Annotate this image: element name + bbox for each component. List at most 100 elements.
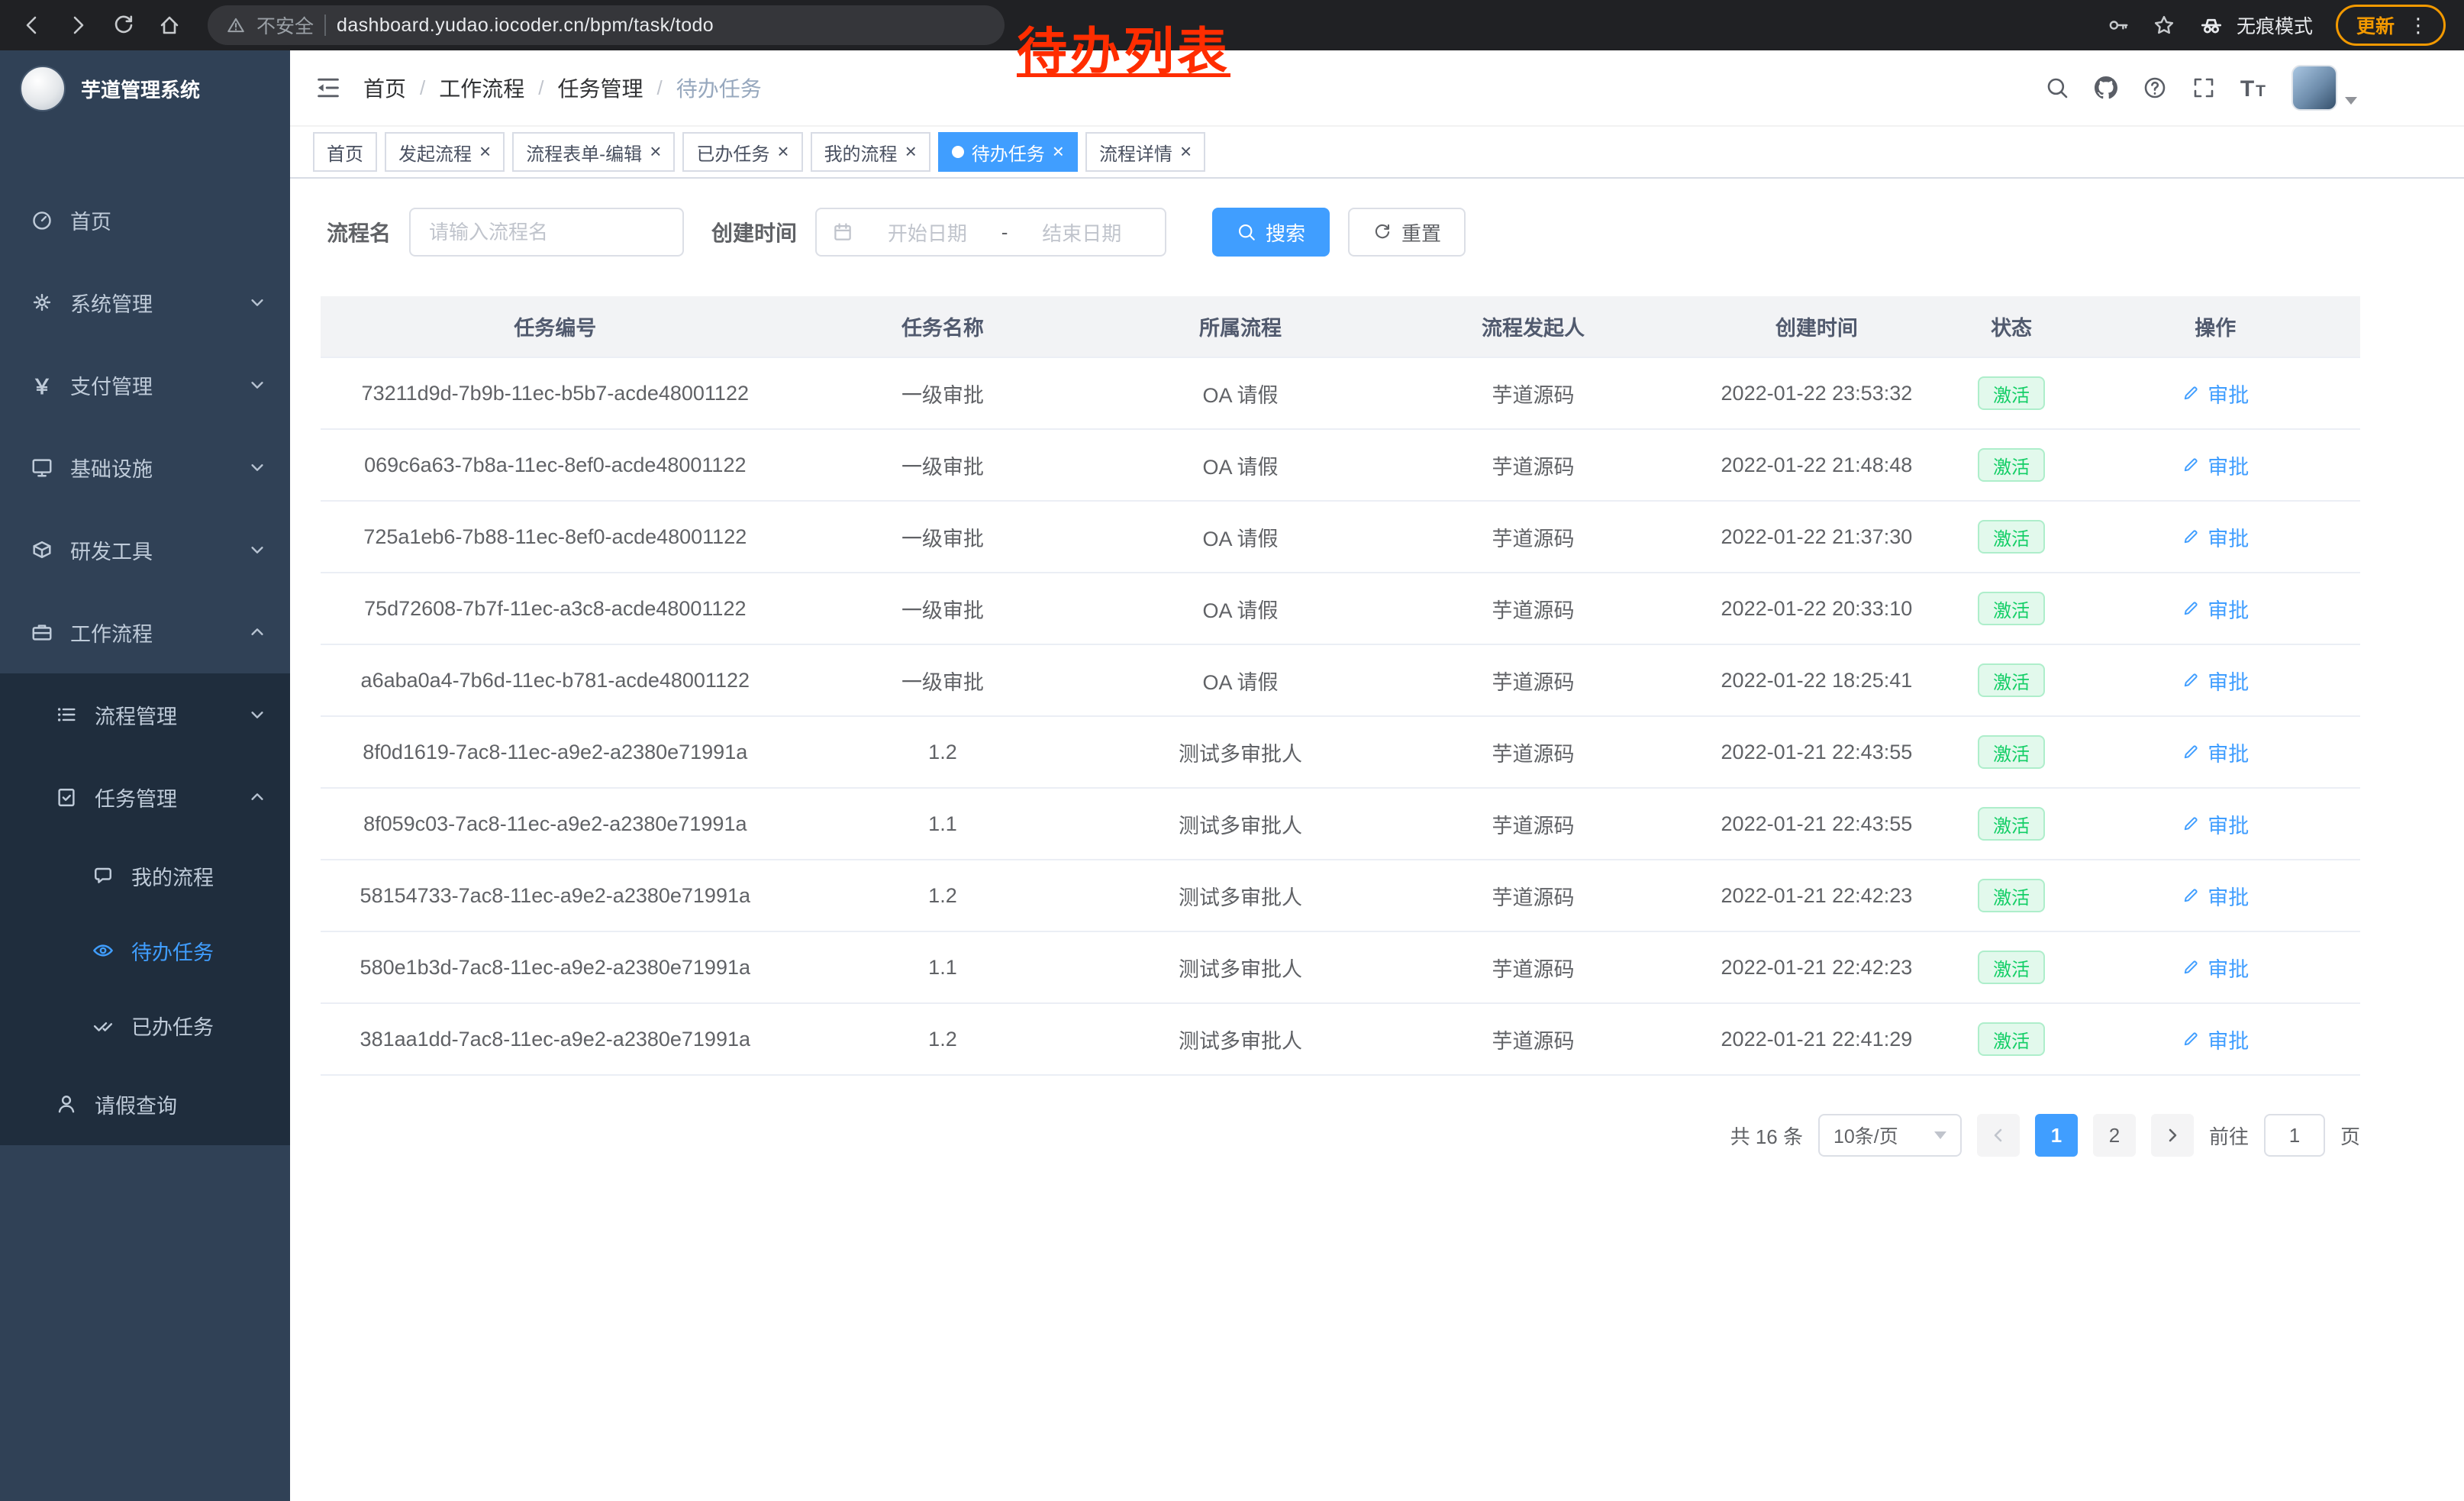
- tab-start-process[interactable]: 发起流程: [385, 132, 505, 172]
- cell-created: 2022-01-21 22:41:29: [1681, 1003, 1952, 1075]
- sidebar-item-label: 任务管理: [95, 783, 177, 812]
- table-row[interactable]: a6aba0a4-7b6d-11ec-b781-acde48001122 一级审…: [321, 644, 2360, 716]
- tab-label: 我的流程: [824, 139, 898, 166]
- range-separator: -: [1001, 221, 1008, 244]
- forward-icon[interactable]: [58, 5, 98, 45]
- cell-status: 激活: [1953, 573, 2071, 644]
- menu-fold-icon[interactable]: [314, 74, 342, 102]
- user-menu[interactable]: [2291, 65, 2357, 111]
- breadcrumb-task-mgmt[interactable]: 任务管理: [558, 73, 643, 103]
- approve-link[interactable]: 审批: [2182, 953, 2249, 983]
- date-range-picker[interactable]: 开始日期 - 结束日期: [815, 208, 1166, 257]
- tab-form-edit[interactable]: 流程表单-编辑: [512, 132, 675, 172]
- font-size-icon[interactable]: [2240, 74, 2267, 102]
- table-row[interactable]: 725a1eb6-7b88-11ec-8ef0-acde48001122 一级审…: [321, 501, 2360, 573]
- search-icon[interactable]: [2045, 76, 2069, 100]
- table-row[interactable]: 069c6a63-7b8a-11ec-8ef0-acde48001122 一级审…: [321, 429, 2360, 501]
- sidebar-item-system[interactable]: 系统管理: [0, 261, 290, 344]
- close-icon[interactable]: [777, 141, 789, 163]
- cell-process: 测试多审批人: [1095, 860, 1385, 931]
- page-button-1[interactable]: 1: [2035, 1114, 2078, 1157]
- cell-initiator: 芋道源码: [1385, 788, 1681, 860]
- search-button[interactable]: 搜索: [1212, 208, 1330, 257]
- approve-link[interactable]: 审批: [2182, 379, 2249, 408]
- header-actions: 操作: [2071, 296, 2360, 357]
- reload-icon[interactable]: [104, 5, 144, 45]
- caret-down-icon: [2345, 97, 2357, 105]
- edit-icon: [2182, 958, 2200, 976]
- tab-process-detail[interactable]: 流程详情: [1085, 132, 1205, 172]
- sidebar-item-leave-query[interactable]: 请假查询: [0, 1063, 290, 1145]
- close-icon[interactable]: [479, 141, 491, 163]
- sidebar-item-devtools[interactable]: 研发工具: [0, 508, 290, 591]
- close-icon[interactable]: [905, 141, 917, 163]
- status-badge: 激活: [1978, 592, 2045, 625]
- approve-link[interactable]: 审批: [2182, 666, 2249, 696]
- browser-menu-icon[interactable]: [2408, 14, 2428, 37]
- fullscreen-icon[interactable]: [2191, 76, 2216, 100]
- sidebar-item-label: 已办任务: [131, 1011, 214, 1041]
- goto-page-input[interactable]: [2264, 1114, 2325, 1157]
- close-icon[interactable]: [1180, 141, 1192, 163]
- cell-status: 激活: [1953, 931, 2071, 1003]
- approve-link[interactable]: 审批: [2182, 881, 2249, 911]
- process-name-input[interactable]: [409, 208, 684, 257]
- approve-link[interactable]: 审批: [2182, 809, 2249, 839]
- table-row[interactable]: 73211d9d-7b9b-11ec-b5b7-acde48001122 一级审…: [321, 357, 2360, 429]
- sidebar-item-task-mgmt[interactable]: 任务管理: [0, 756, 290, 838]
- back-icon[interactable]: [12, 5, 52, 45]
- page-button-2[interactable]: 2: [2093, 1114, 2136, 1157]
- table-row[interactable]: 8f059c03-7ac8-11ec-a9e2-a2380e71991a 1.1…: [321, 788, 2360, 860]
- sidebar-item-workflow[interactable]: 工作流程: [0, 591, 290, 673]
- close-icon[interactable]: [1053, 141, 1064, 163]
- edit-icon: [2182, 384, 2200, 402]
- help-icon[interactable]: [2143, 76, 2167, 100]
- key-icon[interactable]: [2107, 14, 2130, 37]
- table-row[interactable]: 381aa1dd-7ac8-11ec-a9e2-a2380e71991a 1.2…: [321, 1003, 2360, 1075]
- dashboard-icon: [31, 208, 53, 231]
- table-row[interactable]: 8f0d1619-7ac8-11ec-a9e2-a2380e71991a 1.2…: [321, 716, 2360, 788]
- table-row[interactable]: 580e1b3d-7ac8-11ec-a9e2-a2380e71991a 1.1…: [321, 931, 2360, 1003]
- breadcrumb-home[interactable]: 首页: [363, 73, 406, 103]
- approve-label: 审批: [2208, 738, 2249, 767]
- sidebar-item-my-process[interactable]: 我的流程: [0, 838, 290, 913]
- cell-created: 2022-01-21 22:42:23: [1681, 931, 1952, 1003]
- table-row[interactable]: 58154733-7ac8-11ec-a9e2-a2380e71991a 1.2…: [321, 860, 2360, 931]
- bookmark-star-icon[interactable]: [2153, 14, 2175, 37]
- approve-link[interactable]: 审批: [2182, 594, 2249, 624]
- page-size-select[interactable]: 10条/页: [1818, 1114, 1962, 1157]
- cell-task-name: 一级审批: [790, 501, 1096, 573]
- cell-process: 测试多审批人: [1095, 931, 1385, 1003]
- approve-link[interactable]: 审批: [2182, 522, 2249, 552]
- sidebar-item-todo-tasks[interactable]: 待办任务: [0, 913, 290, 988]
- cell-created: 2022-01-21 22:43:55: [1681, 716, 1952, 788]
- avatar[interactable]: [2291, 65, 2337, 111]
- update-chip[interactable]: 更新: [2336, 5, 2446, 46]
- tab-home[interactable]: 首页: [313, 132, 377, 172]
- top-navbar: 首页 / 工作流程 / 任务管理 / 待办任务: [290, 50, 2464, 127]
- tab-todo-tasks[interactable]: 待办任务: [938, 132, 1078, 172]
- approve-link[interactable]: 审批: [2182, 738, 2249, 767]
- breadcrumb-workflow[interactable]: 工作流程: [439, 73, 524, 103]
- close-icon[interactable]: [650, 141, 661, 163]
- reset-button[interactable]: 重置: [1348, 208, 1466, 257]
- next-page-button[interactable]: [2151, 1114, 2194, 1157]
- address-bar[interactable]: 不安全 dashboard.yudao.iocoder.cn/bpm/task/…: [208, 5, 1005, 45]
- sidebar-item-payment[interactable]: 支付管理: [0, 344, 290, 426]
- sidebar-item-infrastructure[interactable]: 基础设施: [0, 426, 290, 508]
- sidebar-item-home[interactable]: 首页: [0, 179, 290, 261]
- cell-process: OA 请假: [1095, 644, 1385, 716]
- cube-icon: [31, 538, 53, 561]
- github-icon[interactable]: [2094, 76, 2118, 100]
- sidebar-item-done-tasks[interactable]: 已办任务: [0, 988, 290, 1063]
- sidebar-item-process-mgmt[interactable]: 流程管理: [0, 673, 290, 756]
- tab-done-tasks[interactable]: 已办任务: [682, 132, 802, 172]
- table-row[interactable]: 75d72608-7b7f-11ec-a3c8-acde48001122 一级审…: [321, 573, 2360, 644]
- prev-page-button[interactable]: [1977, 1114, 2020, 1157]
- filter-bar: 流程名 创建时间 开始日期 - 结束日期 搜索 重置: [327, 208, 2360, 257]
- cell-created: 2022-01-22 23:53:32: [1681, 357, 1952, 429]
- approve-link[interactable]: 审批: [2182, 450, 2249, 480]
- home-icon[interactable]: [150, 5, 189, 45]
- tab-my-process[interactable]: 我的流程: [811, 132, 930, 172]
- approve-link[interactable]: 审批: [2182, 1025, 2249, 1054]
